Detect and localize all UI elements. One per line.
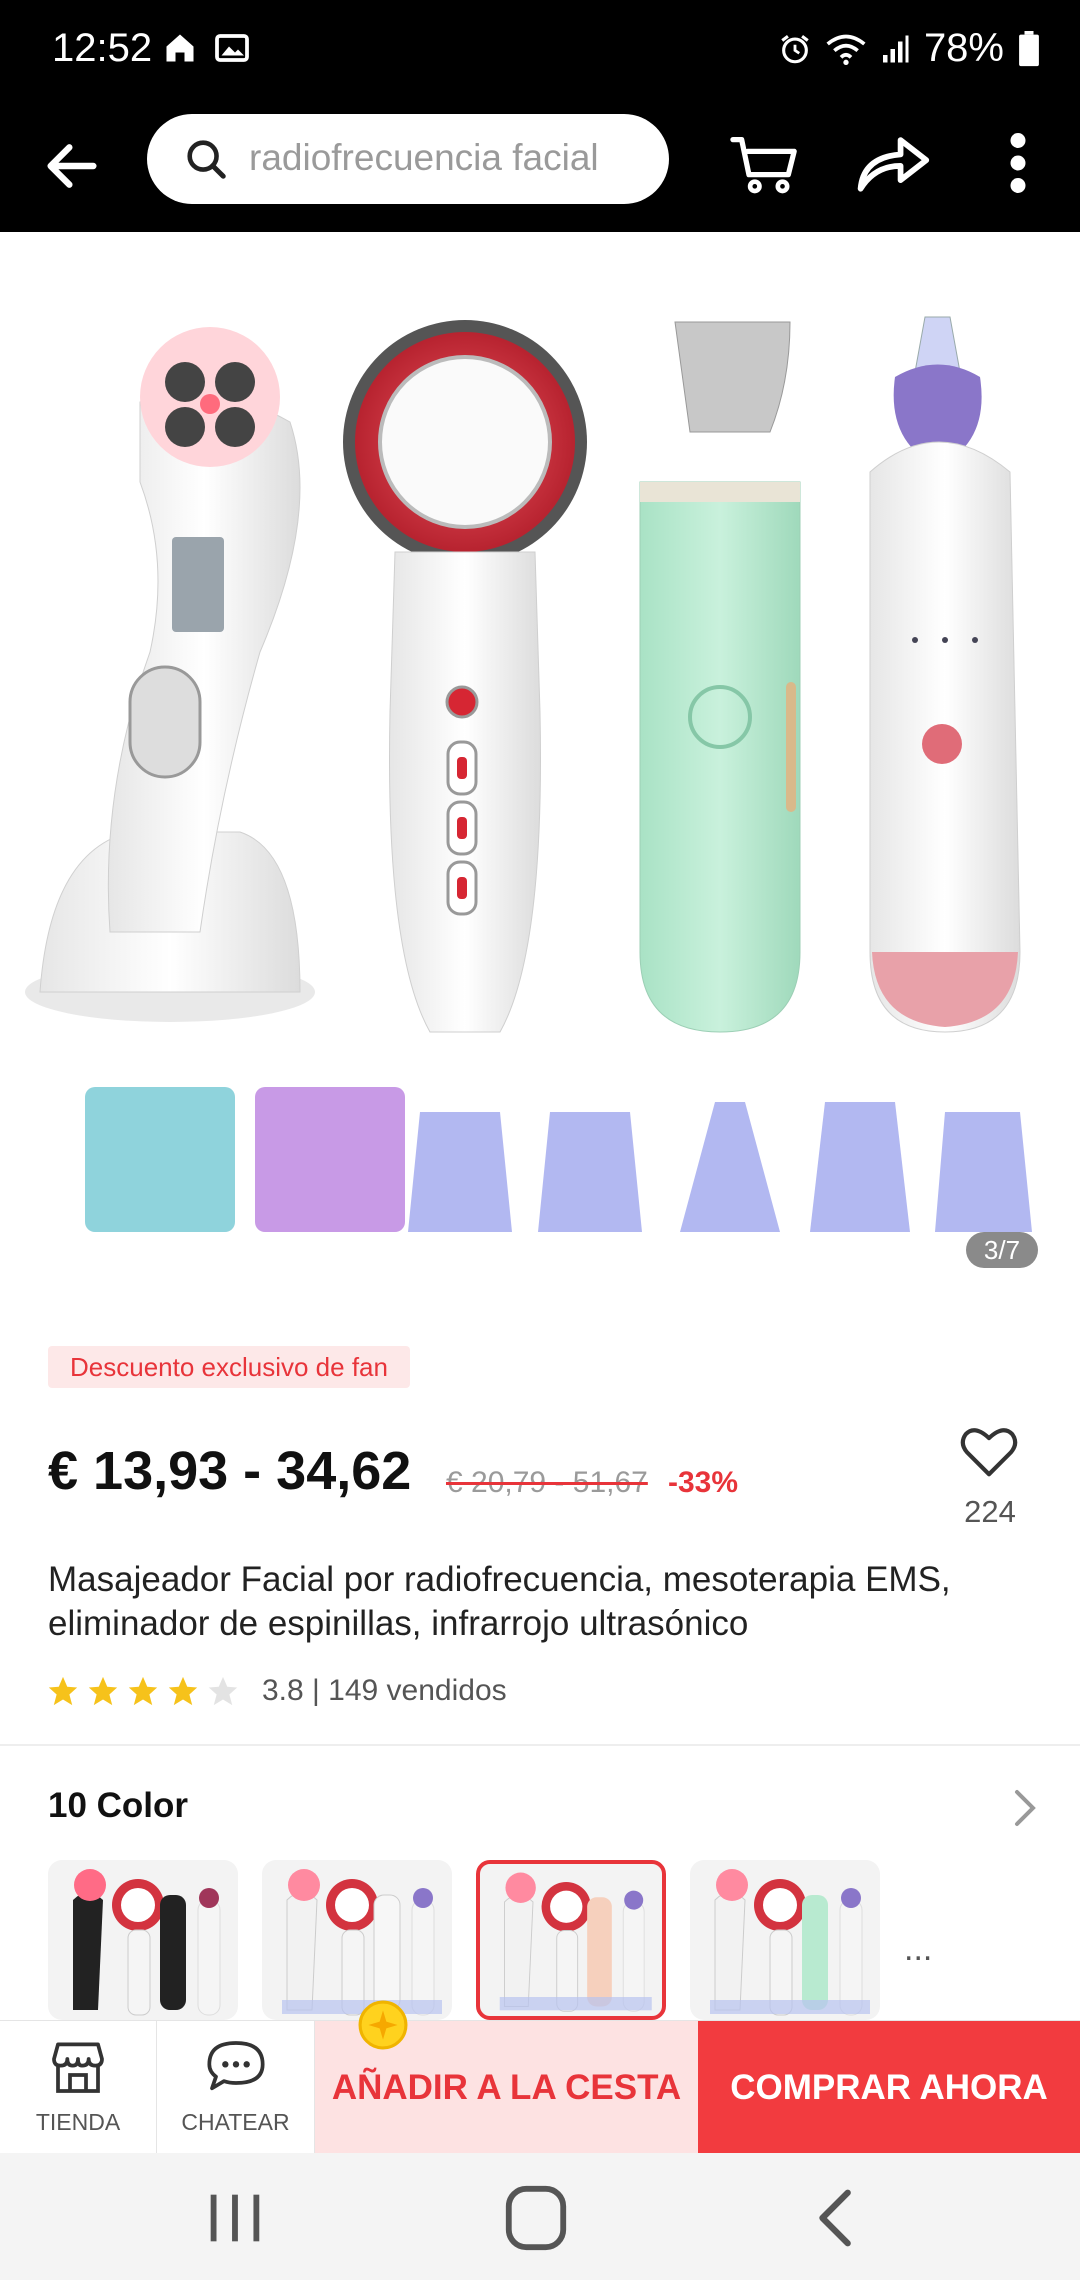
store-button[interactable]: TIENDA (0, 2021, 157, 2154)
share-icon[interactable] (852, 128, 932, 198)
gallery-page-indicator: 3/7 (966, 1232, 1038, 1268)
store-icon (52, 2042, 104, 2093)
divider (0, 1744, 1080, 1746)
chat-button[interactable]: CHATEAR (157, 2021, 315, 2154)
home-icon (166, 34, 194, 62)
search-icon (187, 140, 226, 179)
star-filled-icon (88, 1676, 118, 1706)
wifi-icon (826, 34, 866, 65)
color-swatch[interactable] (690, 1860, 880, 2020)
battery-icon (1019, 30, 1039, 66)
bottom-action-bar: TIENDA CHATEAR AÑADIR A LA CESTA COMPRAR… (0, 2020, 1080, 2154)
heart-icon[interactable] (958, 1420, 1020, 1482)
swatch-image (710, 1869, 870, 2016)
star-empty-icon (208, 1676, 238, 1706)
color-swatch-selected[interactable] (476, 1860, 666, 2020)
status-time: 12:52 (52, 26, 153, 70)
home-button-icon[interactable] (496, 2183, 576, 2253)
store-label: TIENDA (35, 2109, 121, 2135)
coin-icon (358, 2000, 408, 2050)
chat-label: CHATEAR (181, 2109, 290, 2135)
chevron-right-icon[interactable] (1010, 1788, 1040, 1828)
chat-icon (206, 2041, 265, 2091)
price: € 13,93 - 34,62 (48, 1441, 412, 1501)
back-arrow-icon[interactable] (40, 134, 104, 198)
status-bar: 12:52 78% (0, 0, 1080, 100)
swatch-image (282, 1869, 442, 2016)
rating-stars (46, 1674, 240, 1708)
original-price: € 20,79 - 51,67 (446, 1466, 648, 1499)
rating-and-sold: 3.8 | 149 vendidos (262, 1674, 507, 1707)
product-title: Masajeador Facial por radiofrecuencia, m… (48, 1560, 951, 1643)
more-colors-ellipsis[interactable]: ... (904, 1930, 932, 1969)
swatch-image (499, 1872, 652, 2012)
alarm-icon (781, 34, 809, 63)
buy-now-button[interactable]: COMPRAR AHORA (698, 2021, 1080, 2154)
product-image-gallery[interactable] (0, 232, 1080, 1292)
search-bar[interactable]: radiofrecuencia facial (147, 114, 669, 204)
top-bar: radiofrecuencia facial (0, 100, 1080, 232)
color-swatch[interactable] (48, 1860, 238, 2020)
fan-discount-badge: Descuento exclusivo de fan (48, 1346, 410, 1388)
signal-icon (882, 35, 909, 62)
color-swatch[interactable] (262, 1860, 452, 2020)
back-nav-icon[interactable] (798, 2183, 878, 2253)
swatch-image (73, 1869, 221, 2016)
recent-apps-icon[interactable] (194, 2183, 274, 2253)
product-photo (25, 316, 1032, 1232)
wishlist-count: 224 (964, 1494, 1016, 1529)
color-section-title[interactable]: 10 Color (48, 1786, 188, 1826)
more-vert-icon[interactable] (998, 128, 1038, 198)
cart-icon[interactable] (730, 128, 800, 198)
search-input[interactable]: radiofrecuencia facial (249, 137, 599, 179)
star-filled-icon (48, 1676, 78, 1706)
discount-percent: -33% (668, 1466, 739, 1499)
system-nav-bar (0, 2153, 1080, 2280)
star-filled-icon (128, 1676, 158, 1706)
battery-percent: 78% (923, 26, 1004, 70)
rating-row[interactable]: 3.8 | 149 vendidos (46, 1674, 507, 1708)
star-filled-icon (168, 1676, 198, 1706)
image-icon (215, 34, 249, 62)
